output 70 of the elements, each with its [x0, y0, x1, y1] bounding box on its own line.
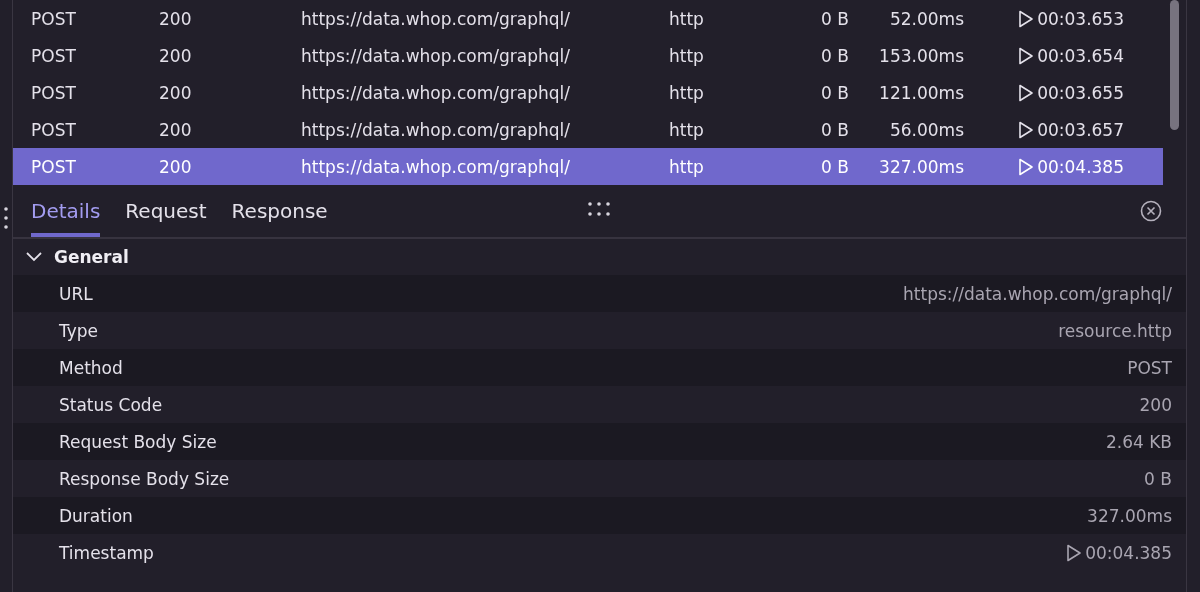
detail-label: Duration: [59, 505, 133, 526]
detail-value: POST: [1127, 357, 1172, 378]
request-row[interactable]: POST 200 https://data.whop.com/graphql/ http 0 B 121.00ms 00:03.655: [13, 74, 1163, 111]
request-row[interactable]: POST 200 https://data.whop.com/graphql/ http 0 B 52.00ms 00:03.653: [13, 0, 1163, 37]
url-cell-text: https://data.whop.com/graphql/: [301, 82, 571, 103]
drag-handle-icon[interactable]: [4, 207, 8, 229]
timestamp-cell: 00:03.654: [1037, 45, 1124, 66]
drag-handle-icon[interactable]: [588, 202, 610, 216]
tab[interactable]: Request: [125, 185, 207, 237]
method-cell-text: POST: [31, 156, 77, 177]
status-cell-text: 200: [159, 82, 193, 103]
size-cell-text: 0 B: [820, 156, 849, 177]
play-icon[interactable]: [1018, 46, 1035, 65]
timestamp-cell: 00:04.385: [1037, 156, 1124, 177]
detail-value: resource.http: [1058, 320, 1172, 341]
method-cell-text: POST: [31, 45, 77, 66]
size-cell-text: 0 B: [820, 45, 849, 66]
status-cell-text: 200: [159, 8, 193, 29]
size-cell-text: 0 B: [820, 82, 849, 103]
status-cell-text: 200: [159, 156, 193, 177]
play-icon[interactable]: [1018, 120, 1035, 139]
duration-cell-text: 56.00ms: [888, 119, 964, 140]
detail-label: Timestamp: [59, 542, 154, 563]
url-cell-text: https://data.whop.com/graphql/: [301, 156, 571, 177]
close-icon[interactable]: [1140, 200, 1162, 222]
size-cell-text: 0 B: [820, 8, 849, 29]
url-cell-text: https://data.whop.com/graphql/: [301, 8, 571, 29]
detail-value: 00:04.385: [1085, 542, 1172, 563]
type-cell-text: http: [669, 8, 705, 29]
duration-cell-text: 327.00ms: [878, 156, 964, 177]
detail-label: Response Body Size: [59, 468, 230, 489]
detail-label: Method: [59, 357, 123, 378]
duration-cell-text: 52.00ms: [888, 8, 964, 29]
play-icon[interactable]: [1018, 9, 1035, 28]
method-cell-text: POST: [31, 8, 77, 29]
url-cell-text: https://data.whop.com/graphql/: [301, 119, 571, 140]
timestamp-cell: 00:03.653: [1037, 8, 1124, 29]
duration-cell-text: 153.00ms: [878, 45, 964, 66]
detail-label: URL: [59, 283, 93, 304]
section-header[interactable]: General: [13, 239, 1186, 275]
request-row[interactable]: POST 200 https://data.whop.com/graphql/ http 0 B 153.00ms 00:03.654: [13, 37, 1163, 74]
detail-value: 2.64 KB: [1105, 431, 1172, 452]
status-cell-text: 200: [159, 119, 193, 140]
type-cell-text: http: [669, 156, 705, 177]
chevron-icon: [26, 252, 42, 262]
size-cell-text: 0 B: [820, 119, 849, 140]
status-cell-text: 200: [159, 45, 193, 66]
method-cell-text: POST: [31, 82, 77, 103]
play-icon[interactable]: [1066, 543, 1083, 562]
request-row[interactable]: POST 200 https://data.whop.com/graphql/ http 0 B 56.00ms 00:03.657: [13, 111, 1163, 148]
detail-label: Status Code: [59, 394, 163, 415]
tab[interactable]: Details: [31, 185, 101, 237]
play-icon[interactable]: [1018, 83, 1035, 102]
request-row[interactable]: POST 200 https://data.whop.com/graphql/ http 0 B 327.00ms 00:04.385: [13, 148, 1163, 185]
method-cell-text: POST: [31, 119, 77, 140]
timestamp-cell: 00:03.657: [1037, 119, 1124, 140]
duration-cell-text: 121.00ms: [878, 82, 964, 103]
detail-value: https://data.whop.com/graphql/: [903, 283, 1172, 304]
detail-value: 200: [1139, 394, 1172, 415]
scrollbar-thumb[interactable]: [1170, 0, 1179, 130]
detail-value: 0 B: [1144, 468, 1172, 489]
type-cell-text: http: [669, 119, 705, 140]
detail-value: 327.00ms: [1087, 505, 1172, 526]
url-cell-text: https://data.whop.com/graphql/: [301, 45, 571, 66]
tab[interactable]: Response: [231, 185, 328, 237]
type-cell-text: http: [669, 45, 705, 66]
detail-label: Type: [59, 320, 99, 341]
timestamp-cell: 00:03.655: [1037, 82, 1124, 103]
detail-label: Request Body Size: [59, 431, 217, 452]
type-cell-text: http: [669, 82, 705, 103]
